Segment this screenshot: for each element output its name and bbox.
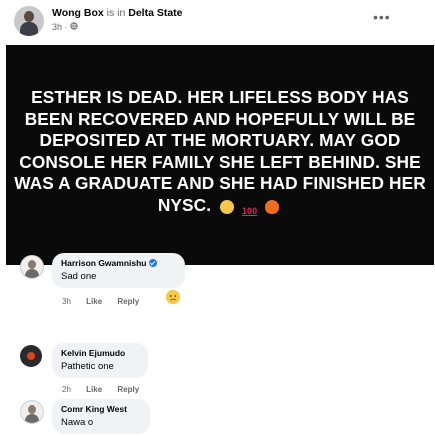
comment-avatar[interactable] bbox=[20, 345, 42, 367]
comment-author[interactable]: Comr King West bbox=[61, 404, 141, 414]
sad-face-icon[interactable] bbox=[166, 290, 180, 304]
status-emojis: 100 bbox=[220, 198, 282, 223]
comment-author[interactable]: Kelvin Ejumudo bbox=[61, 348, 139, 358]
reply-button[interactable]: Reply bbox=[117, 297, 139, 306]
avatar-head bbox=[28, 405, 36, 414]
globe-icon bbox=[70, 22, 78, 32]
avatar-head bbox=[28, 260, 36, 269]
comment-text: Nawa o bbox=[61, 417, 94, 428]
comment-actions: 3h Like Reply bbox=[62, 297, 152, 306]
post-time[interactable]: 3h bbox=[52, 22, 62, 32]
comment-author-name[interactable]: Harrison Gwamnishu bbox=[61, 258, 147, 268]
avatar-head bbox=[24, 11, 34, 22]
author-name[interactable]: Wong Box bbox=[52, 7, 104, 19]
author-avatar[interactable] bbox=[14, 6, 44, 36]
avatar-body bbox=[20, 22, 38, 36]
comment-time[interactable]: 3h bbox=[62, 297, 71, 306]
comment-avatar[interactable] bbox=[20, 255, 44, 279]
comment-text: Pathetic one bbox=[61, 361, 114, 372]
comment-actions: 2h Like Reply bbox=[62, 385, 152, 394]
avatar-body bbox=[25, 269, 39, 278]
comment-time[interactable]: 2h bbox=[62, 385, 71, 394]
comment-bubble: Harrison Gwamnishu Sad one bbox=[52, 253, 185, 288]
like-button[interactable]: Like bbox=[86, 297, 102, 306]
crying-face-icon bbox=[220, 199, 235, 214]
comment-bubble: Kelvin Ejumudo Pathetic one bbox=[52, 343, 148, 378]
post-header: Wong Box is in Delta State bbox=[52, 7, 183, 19]
status-message: ESTHER IS DEAD. HER LIFELESS BODY HAS BE… bbox=[14, 87, 426, 215]
post-meta: 3h · bbox=[52, 22, 78, 32]
dot-separator: · bbox=[64, 22, 68, 32]
status-text: ESTHER IS DEAD. HER LIFELESS BODY HAS BE… bbox=[14, 87, 426, 223]
more-options-button[interactable]: ••• bbox=[373, 9, 391, 25]
reply-button[interactable]: Reply bbox=[117, 385, 139, 394]
status-background: ESTHER IS DEAD. HER LIFELESS BODY HAS BE… bbox=[6, 45, 434, 265]
connector-text: is in bbox=[106, 7, 126, 19]
comment-bubble: Comr King West Nawa o bbox=[52, 399, 150, 434]
comment-avatar[interactable] bbox=[20, 400, 44, 424]
avatar-body bbox=[25, 414, 39, 423]
comment-author[interactable]: Harrison Gwamnishu bbox=[61, 258, 176, 268]
hundred-points-icon: 100 bbox=[241, 205, 258, 216]
avatar-dot bbox=[27, 352, 35, 360]
like-button[interactable]: Like bbox=[86, 385, 102, 394]
verified-badge-icon bbox=[148, 259, 157, 267]
fire-icon bbox=[265, 199, 280, 214]
comment-text: Sad one bbox=[61, 271, 97, 282]
location-link[interactable]: Delta State bbox=[128, 7, 182, 19]
